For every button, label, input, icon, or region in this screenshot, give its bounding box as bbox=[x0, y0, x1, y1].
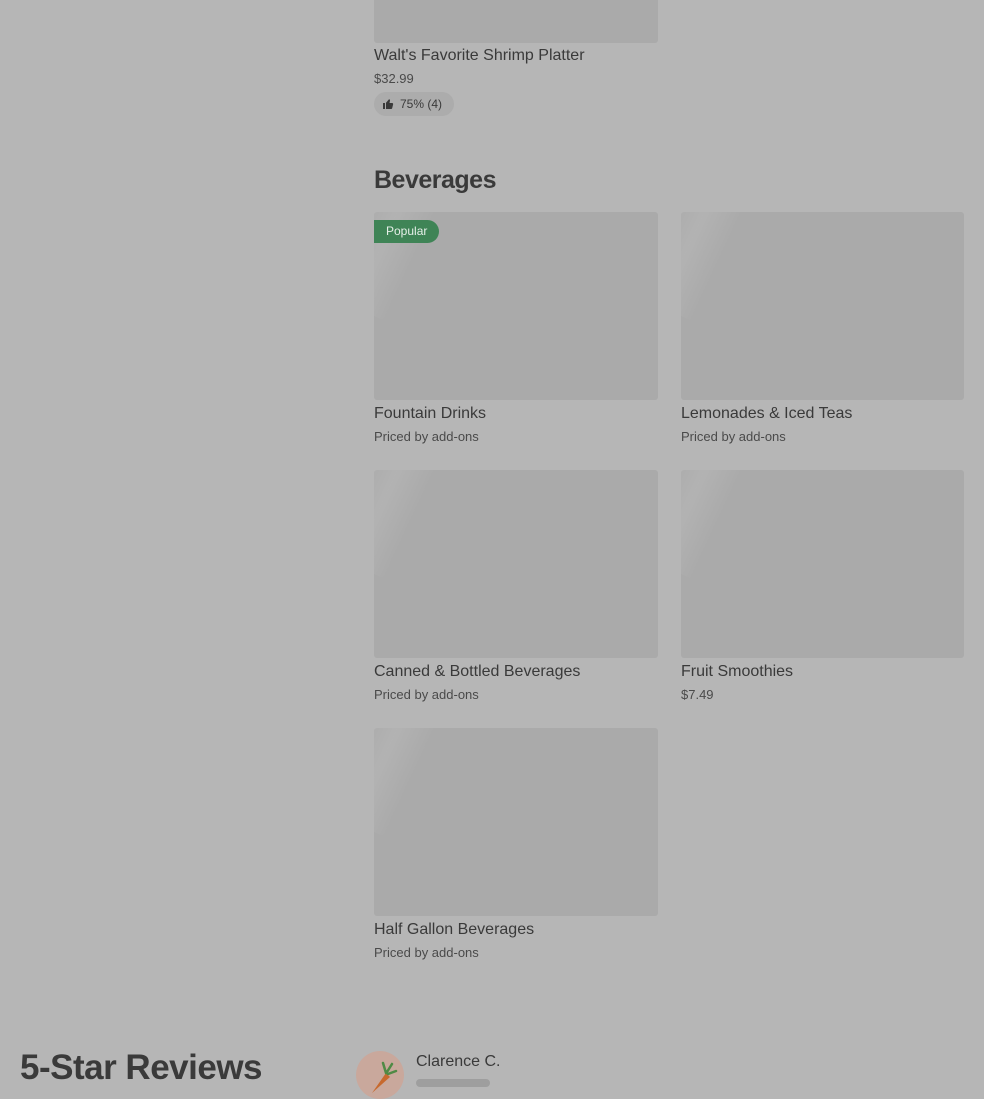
menu-item-image bbox=[374, 470, 658, 658]
menu-item-price: $7.49 bbox=[681, 687, 714, 702]
menu-item-price: Priced by add-ons bbox=[374, 429, 479, 444]
menu-item-card[interactable]: Popular Fountain Drinks Priced by add-on… bbox=[374, 212, 658, 452]
menu-item-title: Canned & Bottled Beverages bbox=[374, 663, 581, 680]
menu-item-card[interactable]: Half Gallon Beverages Priced by add-ons bbox=[374, 728, 658, 968]
menu-item-title: Fruit Smoothies bbox=[681, 663, 794, 680]
menu-item-price: Priced by add-ons bbox=[681, 429, 786, 444]
menu-item-price: Priced by add-ons bbox=[374, 687, 479, 702]
menu-item-card[interactable]: Lemonades & Iced Teas Priced by add-ons bbox=[681, 212, 965, 452]
review-meta bbox=[416, 1076, 490, 1090]
rating-badge: 75% (4) bbox=[374, 92, 454, 116]
menu-item-title: Half Gallon Beverages bbox=[374, 921, 535, 938]
menu-item-image bbox=[374, 728, 658, 916]
section-title-beverages: Beverages bbox=[374, 166, 496, 194]
section-title-reviews: 5-Star Reviews bbox=[20, 1048, 263, 1087]
menu-item-card[interactable]: Fruit Smoothies $7.49 bbox=[681, 470, 965, 710]
menu-item-image bbox=[374, 0, 658, 43]
reviewer-avatar[interactable] bbox=[356, 1051, 404, 1099]
menu-item-card[interactable]: Canned & Bottled Beverages Priced by add… bbox=[374, 470, 658, 710]
carrot-icon bbox=[372, 1061, 398, 1093]
menu-item-image bbox=[681, 212, 964, 400]
thumbs-up-icon bbox=[383, 99, 394, 109]
reviewer-name: Clarence C. bbox=[416, 1053, 501, 1070]
menu-item-title: Fountain Drinks bbox=[374, 405, 487, 422]
menu-item-price: Priced by add-ons bbox=[374, 945, 479, 960]
rating-text: 75% (4) bbox=[400, 97, 443, 111]
popular-badge: Popular bbox=[374, 220, 440, 243]
menu-item-image: Popular bbox=[374, 212, 658, 400]
menu-item-price: $32.99 bbox=[374, 71, 414, 86]
menu-item-title: Lemonades & Iced Teas bbox=[681, 405, 853, 422]
menu-item-image bbox=[681, 470, 964, 658]
menu-item-title: Walt's Favorite Shrimp Platter bbox=[374, 47, 585, 64]
